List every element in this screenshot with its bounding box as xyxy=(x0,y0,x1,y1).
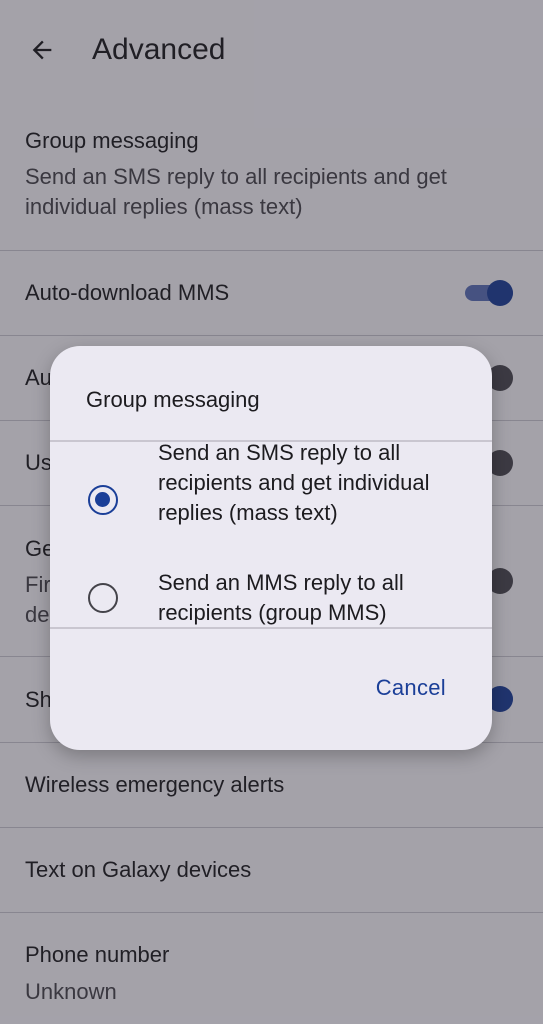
radio-option-label: Send an SMS reply to all recipients and … xyxy=(158,440,430,525)
cancel-button[interactable]: Cancel xyxy=(376,672,446,704)
radio-option-sms[interactable]: Send an SMS reply to all recipients and … xyxy=(50,438,492,560)
dialog-divider-bottom xyxy=(50,627,492,629)
radio-button-selected[interactable] xyxy=(88,485,118,515)
radio-option-mms[interactable]: Send an MMS reply to all recipients (gro… xyxy=(50,568,492,628)
radio-option-label: Send an MMS reply to all recipients (gro… xyxy=(158,570,404,625)
group-messaging-dialog: Group messaging Send an SMS reply to all… xyxy=(50,346,492,750)
dialog-title: Group messaging xyxy=(86,387,260,412)
radio-button-unselected[interactable] xyxy=(88,583,118,613)
advanced-settings-screen: Advanced Group messaging Send an SMS rep… xyxy=(0,0,543,1024)
